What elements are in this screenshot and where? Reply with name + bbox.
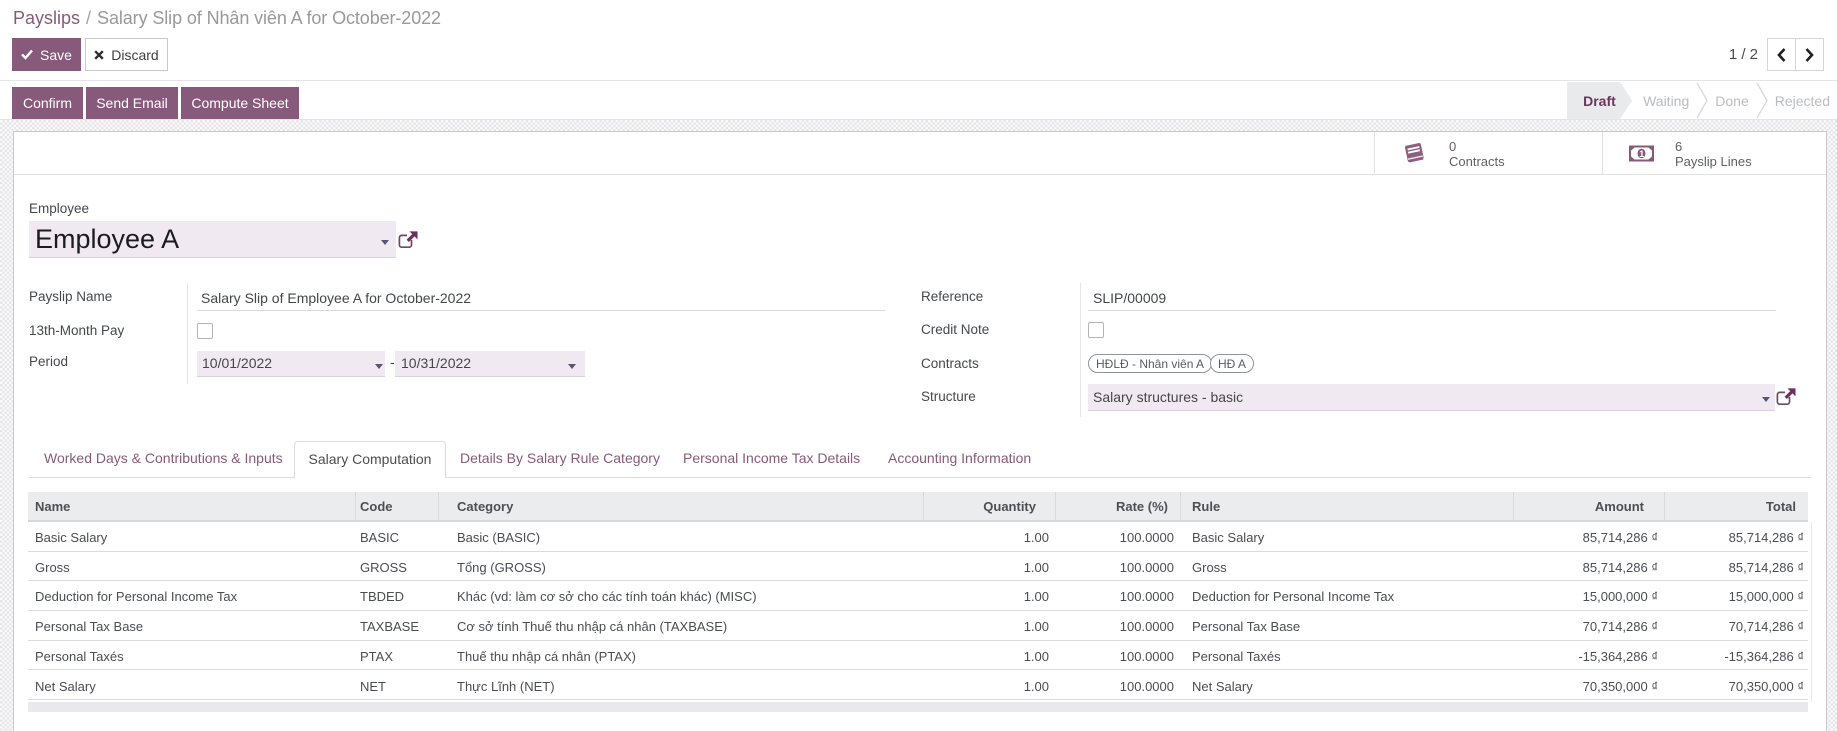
svg-text:1: 1 xyxy=(1639,149,1644,159)
